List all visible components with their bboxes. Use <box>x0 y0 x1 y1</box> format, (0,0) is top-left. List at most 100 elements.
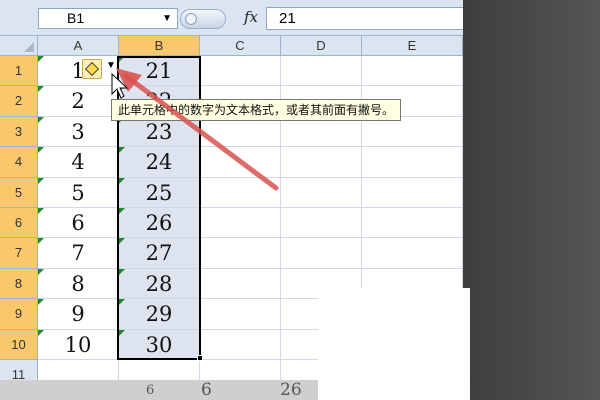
cell-value: 5 <box>71 180 85 205</box>
cell-c11[interactable] <box>200 360 281 380</box>
error-indicator-icon <box>119 86 125 93</box>
row-header[interactable]: 1 <box>0 56 38 87</box>
row-header[interactable]: 9 <box>0 299 38 330</box>
error-indicator-icon <box>38 116 44 123</box>
cell-a8[interactable]: 8 <box>38 268 119 300</box>
error-indicator-icon <box>119 329 125 336</box>
cell-value: 21 <box>145 59 173 83</box>
cell-b4[interactable]: 24 <box>119 147 200 178</box>
cell-c3[interactable] <box>200 116 281 148</box>
column-header-e[interactable]: E <box>362 36 463 56</box>
formula-input[interactable]: 21 <box>266 7 463 30</box>
fx-icon[interactable]: fx <box>244 8 258 26</box>
error-indicator-icon <box>119 208 125 214</box>
cell-c1[interactable] <box>200 56 281 87</box>
cell-value: 25 <box>145 180 173 205</box>
cell-c6[interactable] <box>200 208 281 239</box>
error-indicator-icon <box>119 238 125 245</box>
error-warning-button[interactable] <box>82 59 102 79</box>
row-header[interactable]: 8 <box>0 268 38 300</box>
cell-a10[interactable]: 10 <box>38 329 119 360</box>
cell-e3[interactable] <box>362 116 463 148</box>
name-box-value: B1 <box>67 10 85 26</box>
cell-e7[interactable] <box>362 238 463 269</box>
error-indicator-icon <box>119 268 125 275</box>
chevron-down-icon[interactable]: ▼ <box>162 9 172 28</box>
error-indicator-icon <box>38 268 44 275</box>
cell-b9[interactable]: 29 <box>119 299 200 330</box>
cell-value: 2 <box>71 89 85 114</box>
cell-b3[interactable]: 23 <box>119 116 200 148</box>
name-box[interactable]: B1 ▼ <box>38 8 178 29</box>
handle-dot-icon <box>185 13 197 25</box>
cell-c4[interactable] <box>200 147 281 178</box>
cell-value: 8 <box>71 271 85 296</box>
error-indicator-icon <box>119 299 125 306</box>
cell-c5[interactable] <box>200 177 281 208</box>
error-indicator-icon <box>38 208 44 214</box>
cell-b11[interactable] <box>119 360 200 380</box>
cell-a2[interactable]: 2 <box>38 86 119 117</box>
background-panel <box>463 0 600 400</box>
formula-bar: B1 ▼ fx 21 <box>0 0 463 36</box>
select-all-corner[interactable] <box>0 36 38 56</box>
column-header-c[interactable]: C <box>200 36 281 56</box>
cell-a7[interactable]: 7 <box>38 238 119 269</box>
select-all-icon <box>24 42 34 52</box>
cell-d7[interactable] <box>281 238 362 269</box>
row-header[interactable]: 6 <box>0 208 38 239</box>
formula-bar-resize-handle[interactable] <box>180 9 226 29</box>
cell-e6[interactable] <box>362 208 463 239</box>
cell-d3[interactable] <box>281 116 362 148</box>
backdrop-text: 6 <box>201 380 212 400</box>
error-tooltip: 此单元格中的数字为文本格式，或者其前面有撇号。 <box>111 99 402 121</box>
column-header-a[interactable]: A <box>38 36 119 56</box>
row-header[interactable]: 10 <box>0 329 38 360</box>
cell-b6[interactable]: 26 <box>119 208 200 239</box>
cell-a9[interactable]: 9 <box>38 299 119 330</box>
cell-d1[interactable] <box>281 56 362 87</box>
cell-e4[interactable] <box>362 147 463 178</box>
row-header[interactable]: 5 <box>0 177 38 208</box>
cell-c9[interactable] <box>200 299 281 330</box>
cell-b8[interactable]: 28 <box>119 268 200 300</box>
cell-b1[interactable]: 21 <box>119 56 200 87</box>
error-indicator-icon <box>38 329 44 336</box>
row-header[interactable]: 2 <box>0 86 38 117</box>
cell-a5[interactable]: 5 <box>38 177 119 208</box>
row-header[interactable]: 4 <box>0 147 38 178</box>
backdrop-text: 26 <box>280 380 302 400</box>
cell-a4[interactable]: 4 <box>38 147 119 178</box>
cell-value: 23 <box>145 119 173 144</box>
cell-a11[interactable] <box>38 360 119 380</box>
cell-d5[interactable] <box>281 177 362 208</box>
chevron-down-icon[interactable]: ▼ <box>106 60 116 71</box>
watermark-patch <box>318 288 470 400</box>
cell-a3[interactable]: 3 <box>38 116 119 148</box>
error-indicator-icon <box>38 238 44 245</box>
cell-value: 7 <box>71 241 85 266</box>
cell-b7[interactable]: 27 <box>119 238 200 269</box>
cell-c7[interactable] <box>200 238 281 269</box>
cell-c8[interactable] <box>200 268 281 300</box>
fill-handle[interactable] <box>197 355 203 361</box>
error-indicator-icon <box>38 86 44 93</box>
cell-a6[interactable]: 6 <box>38 208 119 239</box>
cell-d6[interactable] <box>281 208 362 239</box>
column-header-b[interactable]: B <box>119 36 200 56</box>
column-header-d[interactable]: D <box>281 36 362 56</box>
cell-value: 28 <box>145 271 173 296</box>
row-header[interactable]: 3 <box>0 116 38 148</box>
cell-b10[interactable]: 30 <box>119 329 200 360</box>
cell-e1[interactable] <box>362 56 463 87</box>
cell-c10[interactable] <box>200 329 281 360</box>
cell-value: 30 <box>145 332 173 357</box>
cell-b5[interactable]: 25 <box>119 177 200 208</box>
cell-value: 10 <box>64 332 92 357</box>
row-header[interactable]: 7 <box>0 238 38 269</box>
cell-value: 3 <box>71 119 85 144</box>
cell-e5[interactable] <box>362 177 463 208</box>
backdrop-text: 6 <box>146 383 155 398</box>
cell-d4[interactable] <box>281 147 362 178</box>
row-header[interactable]: 11 <box>0 360 38 380</box>
